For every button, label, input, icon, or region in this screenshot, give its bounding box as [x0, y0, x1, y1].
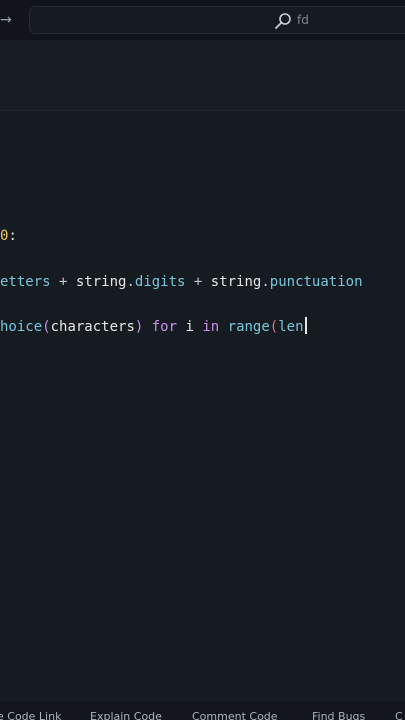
- code-token: (: [269, 319, 279, 335]
- title-bar: → fd: [0, 0, 405, 40]
- code-token: range: [227, 319, 270, 335]
- code-line: 0:: [0, 226, 17, 246]
- status-find-bugs[interactable]: Find Bugs: [312, 710, 365, 720]
- status-more[interactable]: C: [395, 710, 403, 720]
- search-icon: [275, 13, 291, 29]
- search-text: fd: [297, 13, 309, 27]
- code-token: in: [193, 319, 228, 335]
- status-comment-code[interactable]: Comment Code: [192, 710, 278, 720]
- code-line: hoice(characters) for i in range(len: [0, 317, 307, 337]
- status-explain-code[interactable]: Explain Code: [90, 710, 162, 720]
- code-token: string: [210, 274, 262, 290]
- code-token: string: [75, 274, 127, 290]
- command-search-box[interactable]: fd: [29, 6, 405, 34]
- editor-header-area: [0, 40, 405, 111]
- code-editor[interactable]: 0: etters + string.digits + string.punct…: [0, 111, 405, 701]
- code-token: (: [42, 319, 51, 335]
- code-token: hoice: [0, 319, 43, 335]
- code-token: punctuation: [269, 274, 363, 290]
- code-token: +: [50, 274, 76, 290]
- forward-arrow-icon[interactable]: →: [0, 12, 12, 28]
- code-line: etters + string.digits + string.punctuat…: [0, 272, 363, 292]
- code-token: i: [185, 319, 194, 335]
- code-token: digits: [134, 274, 186, 290]
- code-token: len: [278, 319, 304, 335]
- status-code-link[interactable]: e Code Link: [0, 710, 61, 720]
- code-token: for: [143, 319, 186, 335]
- code-token: +: [185, 274, 211, 290]
- code-token: :: [8, 228, 17, 244]
- code-token: characters: [50, 319, 135, 335]
- code-token: etters: [0, 274, 51, 290]
- text-cursor: [304, 317, 307, 334]
- status-bar: e Code Link Explain Code Comment Code Fi…: [0, 701, 405, 720]
- code-token: .: [126, 274, 135, 290]
- code-token: .: [261, 274, 270, 290]
